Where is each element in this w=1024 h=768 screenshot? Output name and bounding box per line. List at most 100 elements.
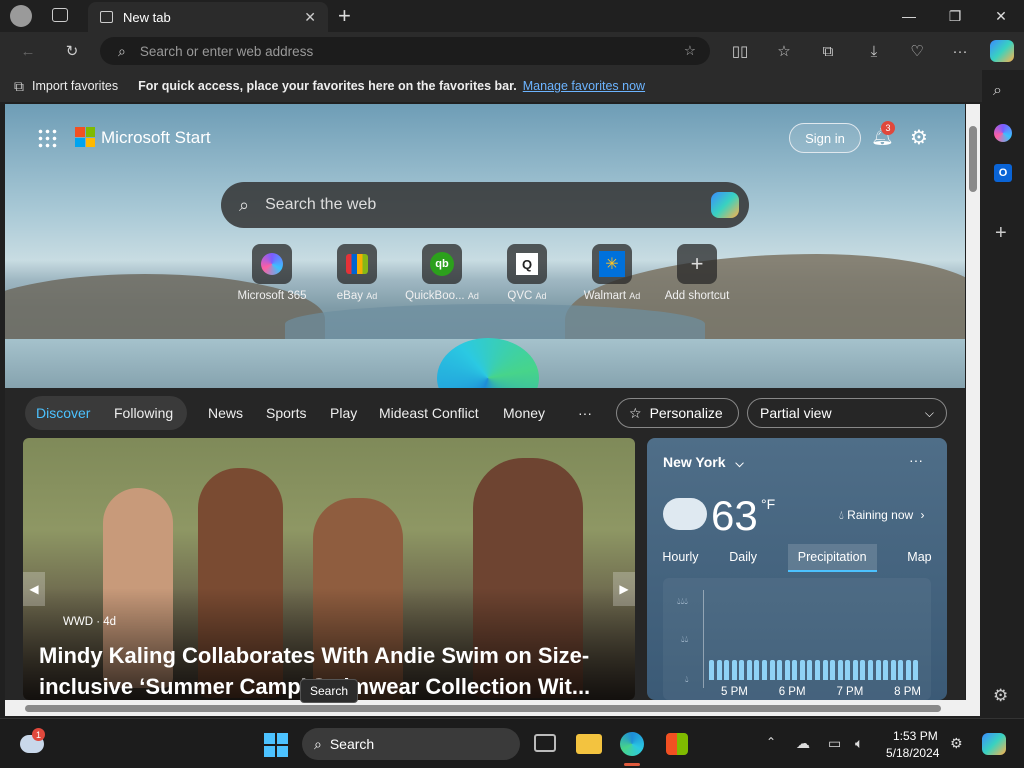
plus-icon: +	[690, 251, 704, 276]
address-bar[interactable]: ⌕ Search or enter web address ☆	[100, 37, 710, 65]
personalize-button[interactable]: ☆ Personalize	[616, 398, 739, 428]
carousel-next-button[interactable]: ▶	[613, 572, 635, 606]
sidebar-outlook-icon[interactable]: O	[994, 164, 1012, 182]
tab-discover[interactable]: Discover	[36, 405, 90, 421]
volume-icon[interactable]: 🔈︎	[855, 735, 863, 752]
chevron-down-icon: ⌵	[924, 405, 934, 420]
weather-location[interactable]: New York ⌵	[663, 454, 744, 471]
tab-following[interactable]: Following	[114, 405, 173, 421]
manage-favorites-link[interactable]: Manage favorites now	[523, 79, 645, 93]
precip-bar	[845, 660, 851, 680]
sidebar-settings-icon[interactable]: ⚙	[993, 686, 1008, 706]
tab-favicon-icon	[100, 11, 113, 23]
precip-axis	[703, 590, 704, 688]
apps-launcher-icon[interactable]	[37, 128, 57, 148]
browser-essentials-icon[interactable]: ♡	[903, 38, 931, 64]
vertical-scrollbar[interactable]	[966, 104, 980, 702]
cloud-rain-icon	[663, 498, 707, 530]
carousel-prev-button[interactable]: ◀	[23, 572, 45, 606]
precip-bar	[868, 660, 873, 680]
nav-sports[interactable]: Sports	[266, 405, 306, 421]
profile-avatar[interactable]	[10, 5, 32, 27]
nav-play[interactable]: Play	[330, 405, 357, 421]
split-screen-icon[interactable]: ▯▯	[726, 38, 754, 64]
weather-tab-daily[interactable]: Daily	[729, 544, 757, 572]
weather-tabs: Hourly Daily Precipitation Map	[647, 544, 947, 572]
task-view-icon[interactable]	[534, 734, 556, 752]
shortcut-quickbooks[interactable]: qb QuickBoo... Ad	[397, 244, 487, 302]
onedrive-icon[interactable]: ☁	[796, 735, 810, 752]
nav-mideast-conflict[interactable]: Mideast Conflict	[379, 405, 479, 421]
weather-tab-hourly[interactable]: Hourly	[662, 544, 698, 572]
precip-bar	[875, 660, 881, 680]
precip-bars	[709, 590, 921, 680]
web-search-box[interactable]: ⌕ Search the web	[221, 182, 749, 228]
weather-card[interactable]: New York ⌵ ··· 63 °F 💧︎ Raining now › Ho…	[647, 438, 947, 700]
import-favorites-link[interactable]: Import favorites	[32, 79, 118, 93]
sign-in-button[interactable]: Sign in	[789, 123, 861, 153]
horizontal-scrollbar[interactable]	[5, 700, 980, 716]
back-button[interactable]: ←	[14, 38, 42, 64]
search-icon: ⌕	[314, 735, 322, 752]
network-icon[interactable]: ▭	[828, 735, 841, 752]
clock-date[interactable]: 5/18/2024	[886, 746, 939, 760]
weather-tab-precipitation[interactable]: Precipitation	[787, 544, 877, 572]
settings-gear-icon[interactable]: ⚙	[910, 125, 928, 150]
precip-bar	[837, 660, 843, 680]
restore-button[interactable]: ❐	[932, 0, 978, 32]
close-window-button[interactable]: ✕	[978, 0, 1024, 32]
notification-center-icon[interactable]: ⚙	[950, 735, 963, 752]
title-bar: New tab ✕ + — ❐ ✕	[0, 0, 1024, 32]
hero-article-card[interactable]: ◀ ▶ WWD · 4d Mindy Kaling Collaborates W…	[23, 438, 635, 700]
store-icon[interactable]	[666, 733, 688, 755]
shortcut-qvc[interactable]: Q QVC Ad	[482, 244, 572, 302]
precip-bar	[754, 660, 760, 680]
shortcut-ebay[interactable]: eBay Ad	[312, 244, 402, 302]
tab-actions-icon[interactable]	[52, 8, 68, 22]
shortcut-microsoft-365[interactable]: Microsoft 365	[227, 244, 317, 302]
view-select[interactable]: Partial view ⌵	[747, 398, 947, 428]
active-app-indicator	[624, 763, 640, 766]
weather-tab-map[interactable]: Map	[907, 544, 931, 572]
start-button[interactable]	[264, 733, 288, 757]
nav-more[interactable]: ···	[578, 405, 592, 421]
tab-new-tab[interactable]: New tab ✕	[88, 2, 328, 32]
brand-title[interactable]: Microsoft Start	[101, 128, 211, 148]
taskbar-search-box[interactable]: ⌕ Search	[302, 728, 520, 760]
copilot-search-icon[interactable]	[711, 192, 739, 218]
nav-news[interactable]: News	[208, 405, 243, 421]
import-favorites-icon[interactable]: ⧉	[14, 78, 24, 95]
refresh-button[interactable]: ↻	[58, 38, 86, 64]
search-tooltip: Search	[300, 679, 359, 703]
widgets-badge: 1	[32, 728, 45, 741]
clock-time[interactable]: 1:53 PM	[893, 729, 938, 743]
close-tab-icon[interactable]: ✕	[304, 9, 316, 26]
shortcut-add[interactable]: + Add shortcut	[652, 244, 742, 302]
tray-overflow-icon[interactable]: ⌃	[766, 735, 776, 749]
notification-badge: 3	[881, 121, 895, 135]
weather-status[interactable]: 💧︎ Raining now ›	[839, 508, 925, 523]
weather-more-icon[interactable]: ···	[909, 452, 923, 468]
collections-icon[interactable]: ⧉	[814, 38, 842, 64]
shortcut-walmart[interactable]: ✳ Walmart Ad	[567, 244, 657, 302]
file-explorer-icon[interactable]	[576, 734, 602, 754]
edge-taskbar-icon[interactable]	[620, 732, 644, 756]
search-icon: ⌕	[118, 42, 126, 59]
microsoft-365-icon	[261, 253, 283, 275]
favorite-star-icon[interactable]: ☆	[684, 43, 696, 59]
precip-time-labels: 5 PM 6 PM 7 PM 8 PM	[721, 686, 921, 698]
nav-money[interactable]: Money	[503, 405, 545, 421]
sidebar-copilot-icon[interactable]	[994, 124, 1012, 142]
precip-bar	[860, 660, 866, 680]
new-tab-button[interactable]: +	[338, 3, 351, 29]
copilot-taskbar-icon[interactable]	[982, 733, 1006, 755]
edge-sidebar: ⌕ O + ⚙	[982, 70, 1024, 716]
sidebar-add-icon[interactable]: +	[995, 222, 1007, 245]
minimize-button[interactable]: —	[886, 0, 932, 32]
sidebar-search-icon[interactable]: ⌕	[993, 82, 1002, 100]
more-menu-icon[interactable]: ···	[946, 38, 974, 64]
taskbar: 1 ⌕ Search ⌃ ☁ ▭ 🔈︎ 1:53 PM 5/18/2024 ⚙	[0, 718, 1024, 768]
downloads-icon[interactable]: ⤓	[860, 38, 888, 64]
favorites-icon[interactable]: ☆	[770, 38, 798, 64]
copilot-icon[interactable]	[990, 40, 1014, 62]
